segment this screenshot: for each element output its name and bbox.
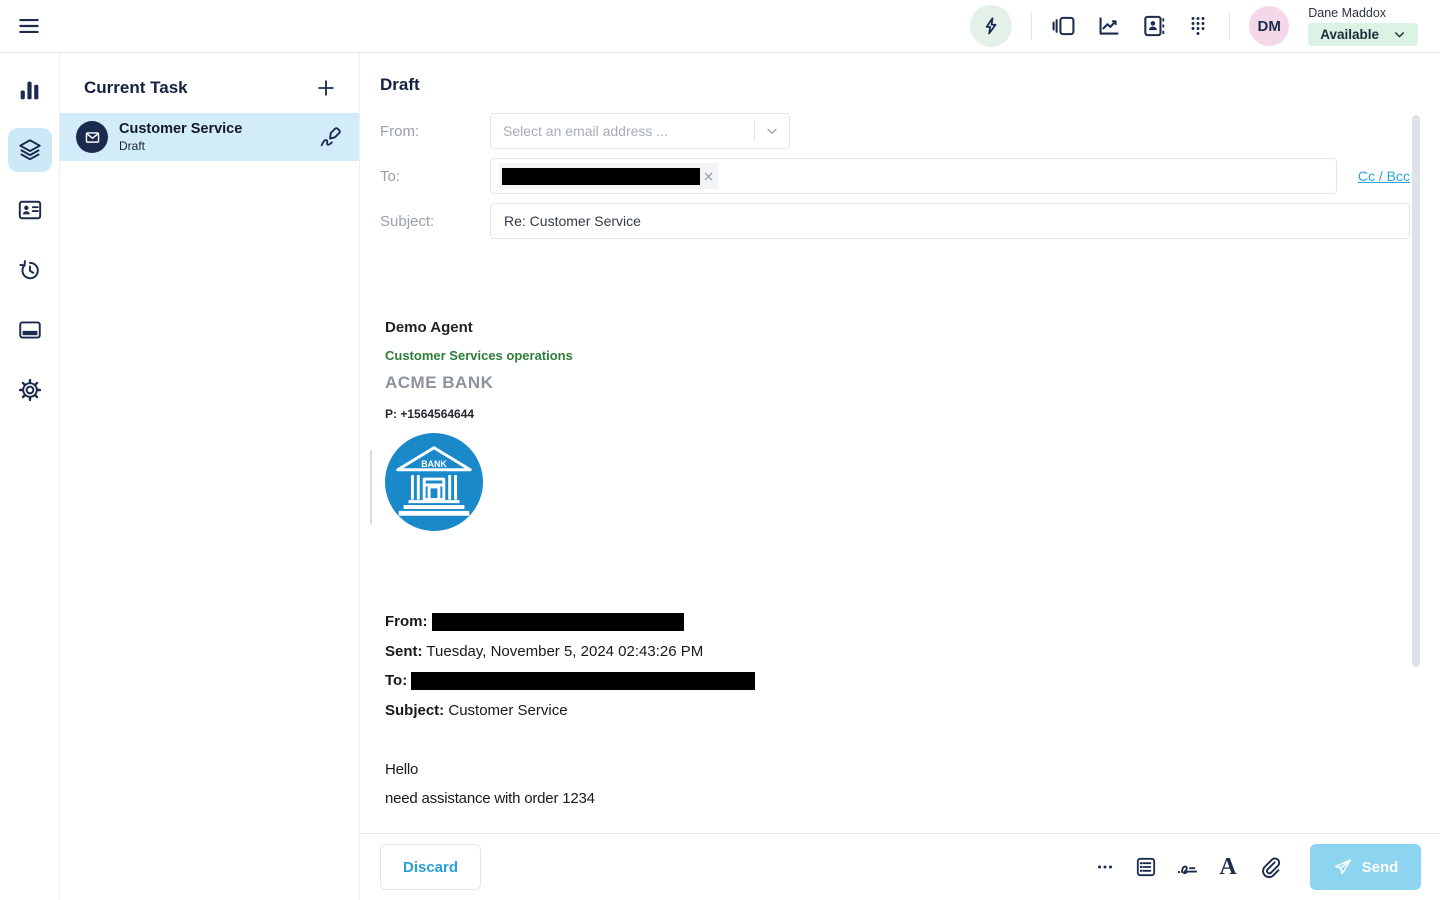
to-label: To:	[380, 168, 490, 185]
paperclip-icon	[1257, 855, 1282, 880]
current-task-panel: Current Task Customer Service Draft	[60, 53, 360, 900]
window-icon	[17, 317, 43, 343]
line-chart-icon	[1096, 13, 1122, 39]
sidebar-item-contacts[interactable]	[8, 188, 52, 232]
panels-button[interactable]	[1051, 13, 1077, 39]
redacted-recipient-email	[411, 672, 755, 690]
topbar-divider	[1031, 12, 1032, 40]
sidebar-item-browser[interactable]	[8, 308, 52, 352]
font-format-button[interactable]: A	[1215, 854, 1241, 880]
signature-company: ACME BANK	[385, 373, 1440, 393]
bank-logo: BANK	[385, 433, 483, 531]
editor-resize-handle[interactable]	[370, 450, 372, 524]
add-task-button[interactable]	[315, 77, 337, 99]
quoted-body-line: need assistance with order 1234	[385, 784, 1440, 813]
paper-plane-icon	[1333, 857, 1353, 877]
quick-actions-button[interactable]	[970, 5, 1012, 47]
panels-icon	[1051, 13, 1077, 39]
quoted-body-line: Hello	[385, 755, 1440, 784]
task-status: Draft	[119, 139, 318, 153]
lightning-icon	[980, 15, 1002, 37]
analytics-button[interactable]	[1096, 13, 1122, 39]
quoted-subject-line: Subject: Customer Service	[385, 696, 1440, 726]
compose-footer: Discard	[360, 833, 1440, 900]
user-avatar[interactable]: DM	[1249, 6, 1289, 46]
signature-agent-name: Demo Agent	[385, 319, 1440, 336]
to-input[interactable]	[490, 158, 1337, 194]
subject-row: Subject: Re: Customer Service	[380, 203, 1410, 239]
from-address-select[interactable]: Select an email address ...	[490, 113, 790, 149]
ellipsis-icon	[1093, 855, 1117, 879]
email-body-editor[interactable]: Demo Agent Customer Services operations …	[360, 319, 1440, 813]
task-panel-title: Current Task	[84, 78, 188, 98]
quoted-from-line: From:	[385, 607, 1440, 637]
contacts-button[interactable]	[1141, 13, 1167, 39]
plus-icon	[315, 77, 337, 99]
recipient-chip[interactable]	[499, 163, 718, 189]
hamburger-menu-button[interactable]	[16, 13, 42, 39]
address-book-icon	[1141, 13, 1167, 39]
select-divider	[754, 120, 755, 142]
subject-input[interactable]: Re: Customer Service	[490, 203, 1410, 239]
template-list-icon	[1134, 855, 1158, 879]
dialpad-icon	[1186, 14, 1210, 38]
quoted-sent-line: Sent: Tuesday, November 5, 2024 02:43:26…	[385, 637, 1440, 667]
task-list-item[interactable]: Customer Service Draft	[60, 113, 359, 161]
email-channel-icon	[76, 121, 108, 153]
compose-pane: Draft From: Select an email address ... …	[360, 53, 1440, 900]
send-button[interactable]: Send	[1310, 844, 1421, 890]
close-icon	[703, 171, 714, 182]
to-row: To: Cc / Bcc	[380, 158, 1410, 194]
send-label: Send	[1362, 859, 1399, 876]
attach-file-button[interactable]	[1256, 854, 1282, 880]
discard-button[interactable]: Discard	[380, 844, 481, 890]
more-options-button[interactable]	[1092, 854, 1118, 880]
quoted-email-header: From: Sent: Tuesday, November 5, 2024 02…	[385, 607, 1440, 725]
left-icon-rail	[0, 53, 60, 900]
bar-chart-icon	[17, 78, 42, 103]
contact-card-icon	[17, 197, 43, 223]
availability-dropdown[interactable]: Available	[1308, 23, 1418, 46]
from-row: From: Select an email address ...	[380, 113, 1410, 149]
sidebar-item-history[interactable]	[8, 248, 52, 292]
sidebar-item-settings[interactable]	[8, 368, 52, 412]
history-icon	[17, 257, 43, 283]
signature-department: Customer Services operations	[385, 348, 1440, 363]
cc-bcc-link[interactable]: Cc / Bcc	[1358, 168, 1410, 184]
sidebar-item-tasks[interactable]	[8, 128, 52, 172]
font-icon: A	[1219, 855, 1236, 879]
bank-logo-label: BANK	[421, 459, 447, 469]
from-label: From:	[380, 123, 490, 140]
compose-draft-button[interactable]	[318, 125, 343, 150]
quoted-email-body: Hello need assistance with order 1234	[385, 755, 1440, 813]
subject-label: Subject:	[380, 213, 490, 230]
scrollbar-thumb[interactable]	[1412, 115, 1420, 667]
signature-button[interactable]	[1174, 854, 1200, 880]
quoted-to-line: To:	[385, 666, 1440, 696]
task-name: Customer Service	[119, 121, 318, 137]
gear-icon	[17, 377, 43, 403]
signature-icon	[1175, 855, 1200, 880]
redacted-sender-email	[432, 613, 684, 631]
redacted-recipient-email	[502, 168, 700, 185]
hamburger-icon	[16, 13, 42, 39]
user-name: Dane Maddox	[1308, 6, 1418, 20]
templates-button[interactable]	[1133, 854, 1159, 880]
compose-title: Draft	[360, 53, 1440, 95]
chevron-down-icon	[1393, 28, 1406, 41]
remove-recipient-button[interactable]	[703, 171, 714, 182]
dialpad-button[interactable]	[1186, 14, 1210, 38]
chevron-down-icon	[765, 124, 779, 138]
availability-status: Available	[1320, 27, 1379, 42]
layers-icon	[17, 137, 43, 163]
from-placeholder: Select an email address ...	[503, 123, 748, 139]
signature-phone: P: +1564564644	[385, 407, 1440, 421]
sidebar-item-dashboard[interactable]	[8, 68, 52, 112]
top-bar: DM Dane Maddox Available	[0, 0, 1440, 53]
compose-pen-icon	[318, 125, 343, 150]
topbar-divider	[1229, 12, 1230, 40]
